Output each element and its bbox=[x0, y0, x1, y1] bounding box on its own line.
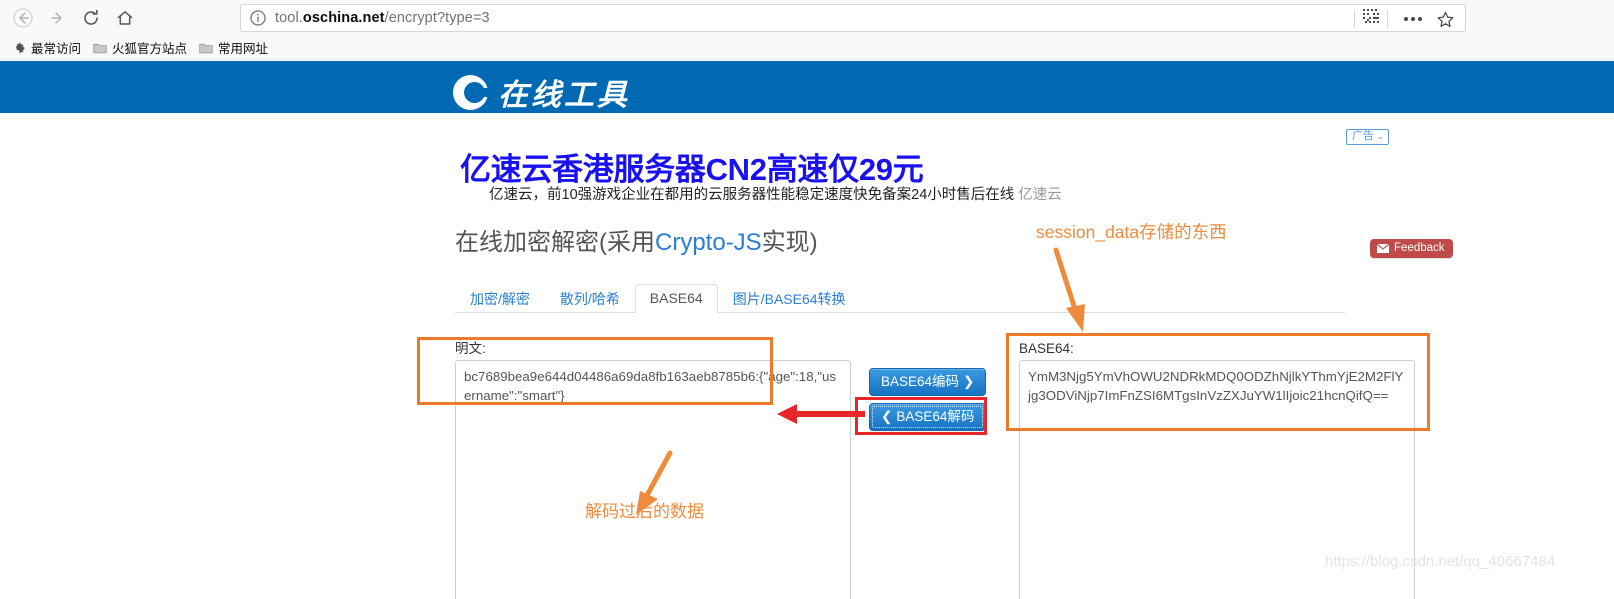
tab-encrypt-decrypt[interactable]: 加密/解密 bbox=[455, 285, 545, 313]
info-icon[interactable] bbox=[249, 9, 267, 27]
tab-hash[interactable]: 散列/哈希 bbox=[545, 285, 635, 313]
watermark: https://blog.csdn.net/qq_40667484 bbox=[1325, 553, 1556, 570]
address-bar-icons bbox=[1348, 7, 1461, 31]
ad-badge[interactable]: 广告 ⌄ bbox=[1346, 129, 1389, 145]
page-title-suffix: 实现) bbox=[761, 229, 818, 256]
folder-icon bbox=[199, 41, 213, 55]
tab-bar: 加密/解密 散列/哈希 BASE64 图片/BASE64转换 bbox=[455, 283, 1345, 313]
url-path: /encrypt?type=3 bbox=[384, 10, 490, 26]
plaintext-label: 明文: bbox=[455, 341, 486, 356]
page-root: tool.oschina.net/encrypt?type=3 最常访问 火狐官… bbox=[0, 0, 1614, 599]
divider bbox=[1354, 10, 1355, 28]
qr-code-icon[interactable] bbox=[1363, 8, 1379, 30]
envelope-icon bbox=[1376, 243, 1390, 253]
chevron-down-icon: ⌄ bbox=[1377, 131, 1384, 141]
site-header-banner: 在线工具 bbox=[0, 61, 1614, 113]
tab-image-base64[interactable]: 图片/BASE64转换 bbox=[718, 285, 861, 313]
ad-brand: 亿速云 bbox=[1018, 187, 1062, 203]
bookmarks-bar: 最常访问 火狐官方站点 常用网址 bbox=[0, 36, 1614, 60]
plaintext-textarea[interactable] bbox=[455, 359, 851, 599]
url-host-bold: oschina.net bbox=[302, 10, 385, 26]
page-title-highlight: Crypto-JS bbox=[655, 229, 762, 256]
home-button[interactable] bbox=[110, 3, 140, 33]
ad-subtitle-text: 亿速云，前10强游戏企业在都用的云服务器性能稳定速度快免备案24小时售后在线 bbox=[489, 187, 1015, 203]
back-button[interactable] bbox=[8, 3, 38, 33]
divider-2 bbox=[1387, 10, 1388, 28]
address-bar[interactable]: tool.oschina.net/encrypt?type=3 bbox=[240, 4, 1466, 32]
bookmark-item-common-sites[interactable]: 常用网址 bbox=[195, 36, 276, 59]
bookmark-label: 常用网址 bbox=[218, 42, 269, 56]
site-logo[interactable]: 在线工具 bbox=[453, 70, 630, 114]
browser-toolbar: tool.oschina.net/encrypt?type=3 bbox=[0, 0, 1614, 36]
url-text: tool.oschina.net/encrypt?type=3 bbox=[275, 10, 490, 26]
bookmark-label: 火狐官方站点 bbox=[112, 42, 188, 56]
bookmark-item-firefox-official[interactable]: 火狐官方站点 bbox=[89, 36, 195, 59]
annotation-decoded-data: 解码过后的数据 bbox=[585, 502, 704, 521]
feedback-label: Feedback bbox=[1394, 242, 1445, 254]
gear-icon bbox=[12, 41, 26, 55]
encode-label: BASE64编码 bbox=[881, 374, 960, 390]
feedback-button[interactable]: Feedback bbox=[1370, 239, 1453, 258]
annotation-box-decode-button bbox=[855, 397, 987, 435]
chevron-right-icon: ❯ bbox=[963, 374, 975, 390]
page-title-prefix: 在线加密解密(采用 bbox=[455, 229, 655, 256]
annotation-session-data: session_data存储的东西 bbox=[1036, 222, 1227, 242]
forward-button[interactable] bbox=[42, 3, 72, 33]
plaintext-panel: 明文: bbox=[455, 341, 851, 599]
ad-badge-label: 广告 bbox=[1352, 130, 1374, 142]
star-icon[interactable] bbox=[1436, 10, 1455, 29]
ad-subtitle[interactable]: 亿速云，前10强游戏企业在都用的云服务器性能稳定速度快免备案24小时售后在线 亿… bbox=[489, 183, 1062, 204]
base64-encode-button[interactable]: BASE64编码 ❯ bbox=[869, 368, 987, 396]
tab-base64[interactable]: BASE64 bbox=[634, 284, 718, 313]
bookmark-item-most-visited[interactable]: 最常访问 bbox=[8, 36, 89, 59]
more-menu-icon[interactable] bbox=[1396, 17, 1430, 21]
folder-icon bbox=[93, 41, 107, 55]
url-host-prefix: tool. bbox=[275, 10, 303, 26]
page-title: 在线加密解密(采用Crypto-JS实现) bbox=[455, 222, 818, 257]
reload-button[interactable] bbox=[76, 3, 106, 33]
base64-label: BASE64: bbox=[1019, 341, 1074, 356]
bookmark-label: 最常访问 bbox=[31, 42, 82, 56]
page-content: 在线工具 亿速云香港服务器CN2高速仅29元 亿速云，前10强游戏企业在都用的云… bbox=[0, 61, 1614, 599]
c-circle-logo-icon bbox=[453, 74, 491, 110]
site-logo-text: 在线工具 bbox=[498, 79, 630, 112]
navigation-buttons bbox=[0, 3, 140, 33]
